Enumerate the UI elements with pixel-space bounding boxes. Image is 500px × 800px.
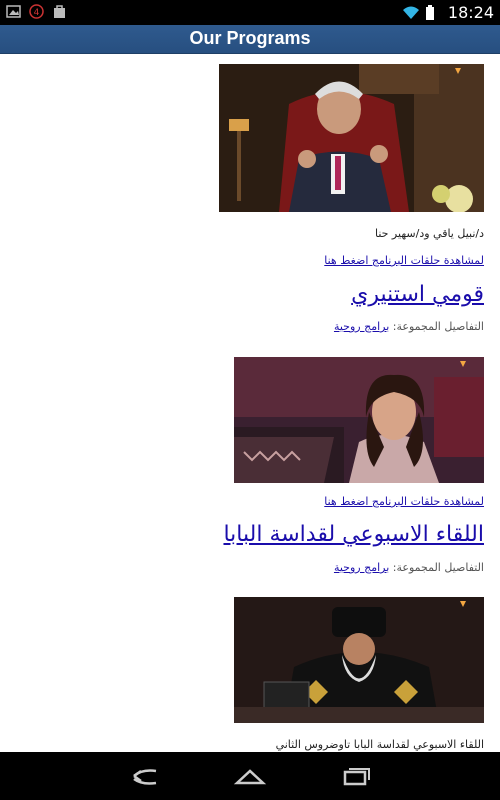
category-link[interactable]: برامج روحية [334, 561, 389, 574]
programs-list[interactable]: د/نبيل ياقي ود/سهير حنا لمشاهدة حلقات ال… [0, 54, 500, 752]
program-caption: د/نبيل ياقي ود/سهير حنا [374, 227, 484, 240]
status-bar: 4 18:24 [0, 0, 500, 25]
category-line: التفاصيل المجموعة: برامج روحية [10, 561, 484, 574]
badge-4-icon: 4 [29, 4, 44, 19]
bag-icon [52, 4, 67, 19]
program-thumbnail[interactable] [219, 64, 484, 212]
app-bar: Our Programs [0, 25, 500, 54]
program-thumbnail[interactable] [234, 357, 484, 483]
watch-episodes-link[interactable]: لمشاهدة حلقات البرنامج اضغط هنا [10, 495, 484, 508]
battery-icon [425, 5, 440, 20]
page-title: Our Programs [189, 28, 311, 48]
navigation-bar [0, 752, 500, 800]
program-title-link[interactable]: اللقاء الاسبوعي لقداسة البابا [10, 522, 484, 547]
program-caption: اللقاء الاسبوعي لقداسة البابا تاوضروس ال… [275, 738, 484, 751]
clock: 18:24 [447, 3, 494, 22]
svg-text:4: 4 [34, 8, 40, 18]
category-line: التفاصيل المجموعة: برامج روحية [10, 320, 484, 333]
watch-episodes-link[interactable]: لمشاهدة حلقات البرنامج اضغط هنا [10, 254, 484, 267]
category-label: التفاصيل المجموعة: [392, 320, 484, 333]
image-icon [6, 4, 21, 19]
wifi-icon [402, 5, 419, 20]
category-label: التفاصيل المجموعة: [392, 561, 484, 574]
program-title-link[interactable]: قومي استنيري [10, 282, 484, 307]
category-link[interactable]: برامج روحية [334, 320, 389, 333]
program-thumbnail[interactable] [234, 597, 484, 723]
recents-icon[interactable] [336, 762, 376, 790]
home-icon[interactable] [230, 762, 270, 790]
back-icon[interactable] [125, 762, 165, 790]
